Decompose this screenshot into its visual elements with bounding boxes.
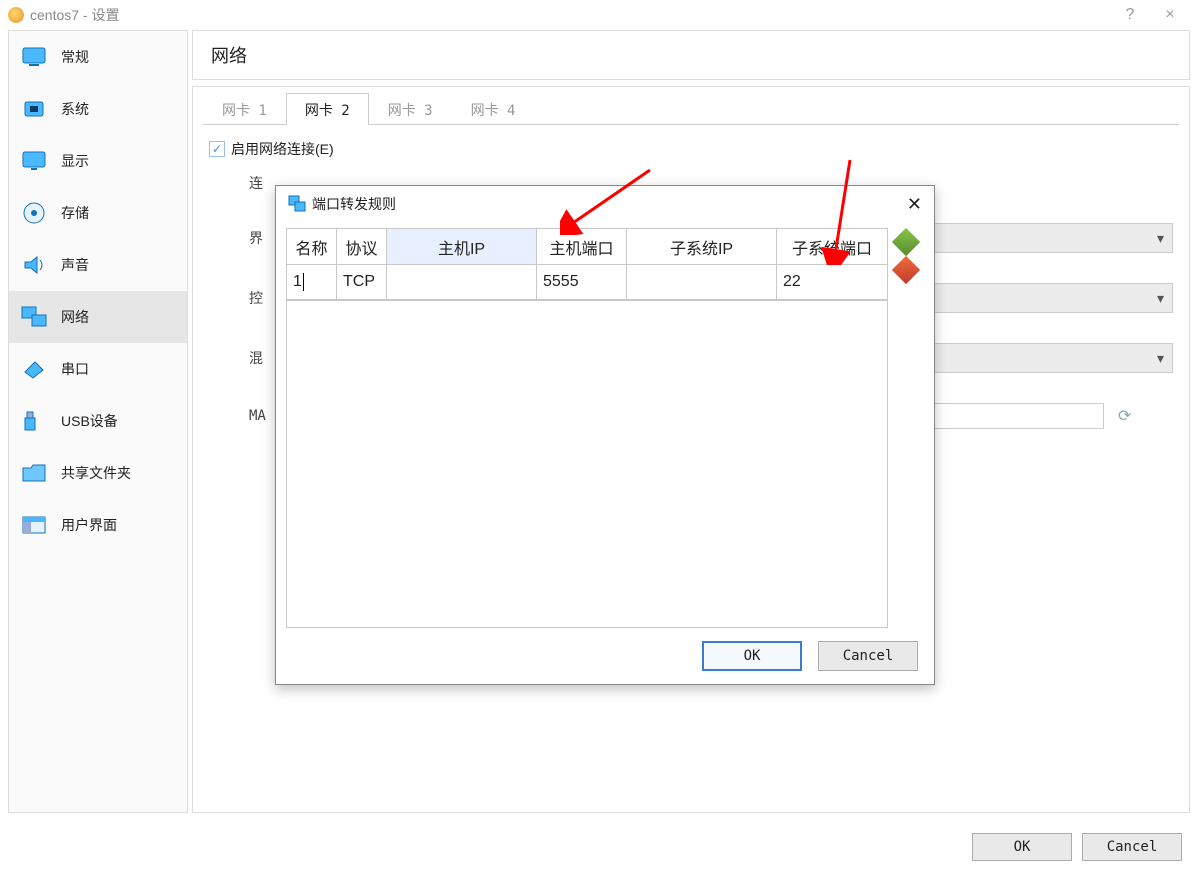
sidebar-item-label: 存储 xyxy=(61,203,89,223)
adapter-type-combo[interactable]: ▾ xyxy=(919,223,1173,253)
controller-combo[interactable]: ▾ xyxy=(919,283,1173,313)
dialog-cancel-button[interactable]: Cancel xyxy=(818,641,918,671)
sidebar-item-usb[interactable]: USB设备 xyxy=(9,395,187,447)
dialog-titlebar: 端口转发规则 ✕ xyxy=(276,186,934,222)
page-title: 网络 xyxy=(211,42,247,68)
col-guest-ip[interactable]: 子系统IP xyxy=(627,229,777,265)
cell-host-port[interactable]: 5555 xyxy=(537,265,627,300)
col-guest-port[interactable]: 子系统端口 xyxy=(777,229,887,265)
tab-adapter-4[interactable]: 网卡 4 xyxy=(452,93,535,125)
add-rule-icon[interactable] xyxy=(892,228,920,256)
dialog-icon xyxy=(288,195,306,213)
attached-to-label: 连 xyxy=(209,173,249,193)
mac-input[interactable] xyxy=(919,403,1104,429)
content-header: 网络 xyxy=(192,30,1190,80)
sidebar-item-audio[interactable]: 声音 xyxy=(9,239,187,291)
cell-name[interactable]: 1 xyxy=(287,265,337,300)
window-footer: OK Cancel xyxy=(972,833,1182,861)
text-cursor xyxy=(303,273,304,291)
sidebar-item-serial[interactable]: 串口 xyxy=(9,343,187,395)
sidebar-item-label: 常规 xyxy=(61,47,89,67)
col-host-port[interactable]: 主机端口 xyxy=(537,229,627,265)
sidebar-item-label: 用户界面 xyxy=(61,515,117,535)
cancel-button[interactable]: Cancel xyxy=(1082,833,1182,861)
mac-label: MA xyxy=(209,408,249,424)
col-protocol[interactable]: 协议 xyxy=(337,229,387,265)
ok-button[interactable]: OK xyxy=(972,833,1072,861)
remove-rule-icon[interactable] xyxy=(892,256,920,284)
disk-icon xyxy=(21,202,47,224)
port-forward-table: 名称 协议 主机IP 主机端口 子系统IP 子系统端口 1 TCP 5555 2… xyxy=(286,228,888,628)
sidebar-item-label: USB设备 xyxy=(61,411,118,431)
window-titlebar: centos7 - 设置 ? × xyxy=(0,0,1198,30)
controller-label: 控 xyxy=(209,288,249,308)
chip-icon xyxy=(21,98,47,120)
sidebar-item-label: 系统 xyxy=(61,99,89,119)
adapter-name-label: 界 xyxy=(209,228,249,248)
dialog-ok-button[interactable]: OK xyxy=(702,641,802,671)
sidebar-item-label: 声音 xyxy=(61,255,89,275)
dialog-title: 端口转发规则 xyxy=(312,194,396,214)
tab-adapter-3[interactable]: 网卡 3 xyxy=(369,93,452,125)
sidebar-item-display[interactable]: 显示 xyxy=(9,135,187,187)
help-icon[interactable]: ? xyxy=(1110,6,1150,24)
enable-network-label: 启用网络连接(E) xyxy=(231,139,334,159)
serial-icon xyxy=(21,358,47,380)
cell-protocol[interactable]: TCP xyxy=(337,265,387,300)
refresh-mac-icon[interactable]: ⟳ xyxy=(1118,406,1131,426)
sidebar-item-system[interactable]: 系统 xyxy=(9,83,187,135)
cell-host-ip[interactable] xyxy=(387,265,537,300)
sidebar-item-shared-folders[interactable]: 共享文件夹 xyxy=(9,447,187,499)
usb-icon xyxy=(21,410,47,432)
adapter-tabs: 网卡 1 网卡 2 网卡 3 网卡 4 xyxy=(203,93,1179,125)
table-row[interactable]: 1 TCP 5555 22 xyxy=(287,265,887,301)
gear-icon xyxy=(8,7,24,23)
col-host-ip[interactable]: 主机IP xyxy=(387,229,537,265)
display-icon xyxy=(21,150,47,172)
dialog-footer: OK Cancel xyxy=(276,628,934,684)
promiscuous-combo[interactable]: ▾ xyxy=(919,343,1173,373)
monitor-icon xyxy=(21,46,47,68)
close-icon[interactable]: × xyxy=(1150,6,1190,24)
settings-sidebar: 常规 系统 显示 存储 声音 xyxy=(8,30,188,813)
window-title: centos7 - 设置 xyxy=(30,5,119,25)
cell-guest-port[interactable]: 22 xyxy=(777,265,887,300)
sidebar-item-label: 网络 xyxy=(61,307,89,327)
sidebar-item-label: 共享文件夹 xyxy=(61,463,131,483)
sidebar-item-user-interface[interactable]: 用户界面 xyxy=(9,499,187,551)
network-icon xyxy=(21,306,47,328)
promiscuous-label: 混 xyxy=(209,348,249,368)
enable-network-checkbox[interactable]: ✓ xyxy=(209,141,225,157)
cell-guest-ip[interactable] xyxy=(627,265,777,300)
sidebar-item-network[interactable]: 网络 xyxy=(9,291,187,343)
table-side-buttons xyxy=(888,228,924,628)
col-name[interactable]: 名称 xyxy=(287,229,337,265)
port-forwarding-dialog: 端口转发规则 ✕ 名称 协议 主机IP 主机端口 子系统IP 子系统端口 1 T… xyxy=(275,185,935,685)
folder-icon xyxy=(21,462,47,484)
dialog-body: 名称 协议 主机IP 主机端口 子系统IP 子系统端口 1 TCP 5555 2… xyxy=(276,222,934,628)
tab-adapter-1[interactable]: 网卡 1 xyxy=(203,93,286,125)
speaker-icon xyxy=(21,254,47,276)
ui-icon xyxy=(21,514,47,536)
tab-adapter-2[interactable]: 网卡 2 xyxy=(286,93,369,125)
dialog-close-icon[interactable]: ✕ xyxy=(907,194,922,215)
sidebar-item-general[interactable]: 常规 xyxy=(9,31,187,83)
sidebar-item-label: 串口 xyxy=(61,359,89,379)
sidebar-item-label: 显示 xyxy=(61,151,89,171)
sidebar-item-storage[interactable]: 存储 xyxy=(9,187,187,239)
table-header: 名称 协议 主机IP 主机端口 子系统IP 子系统端口 xyxy=(287,229,887,265)
